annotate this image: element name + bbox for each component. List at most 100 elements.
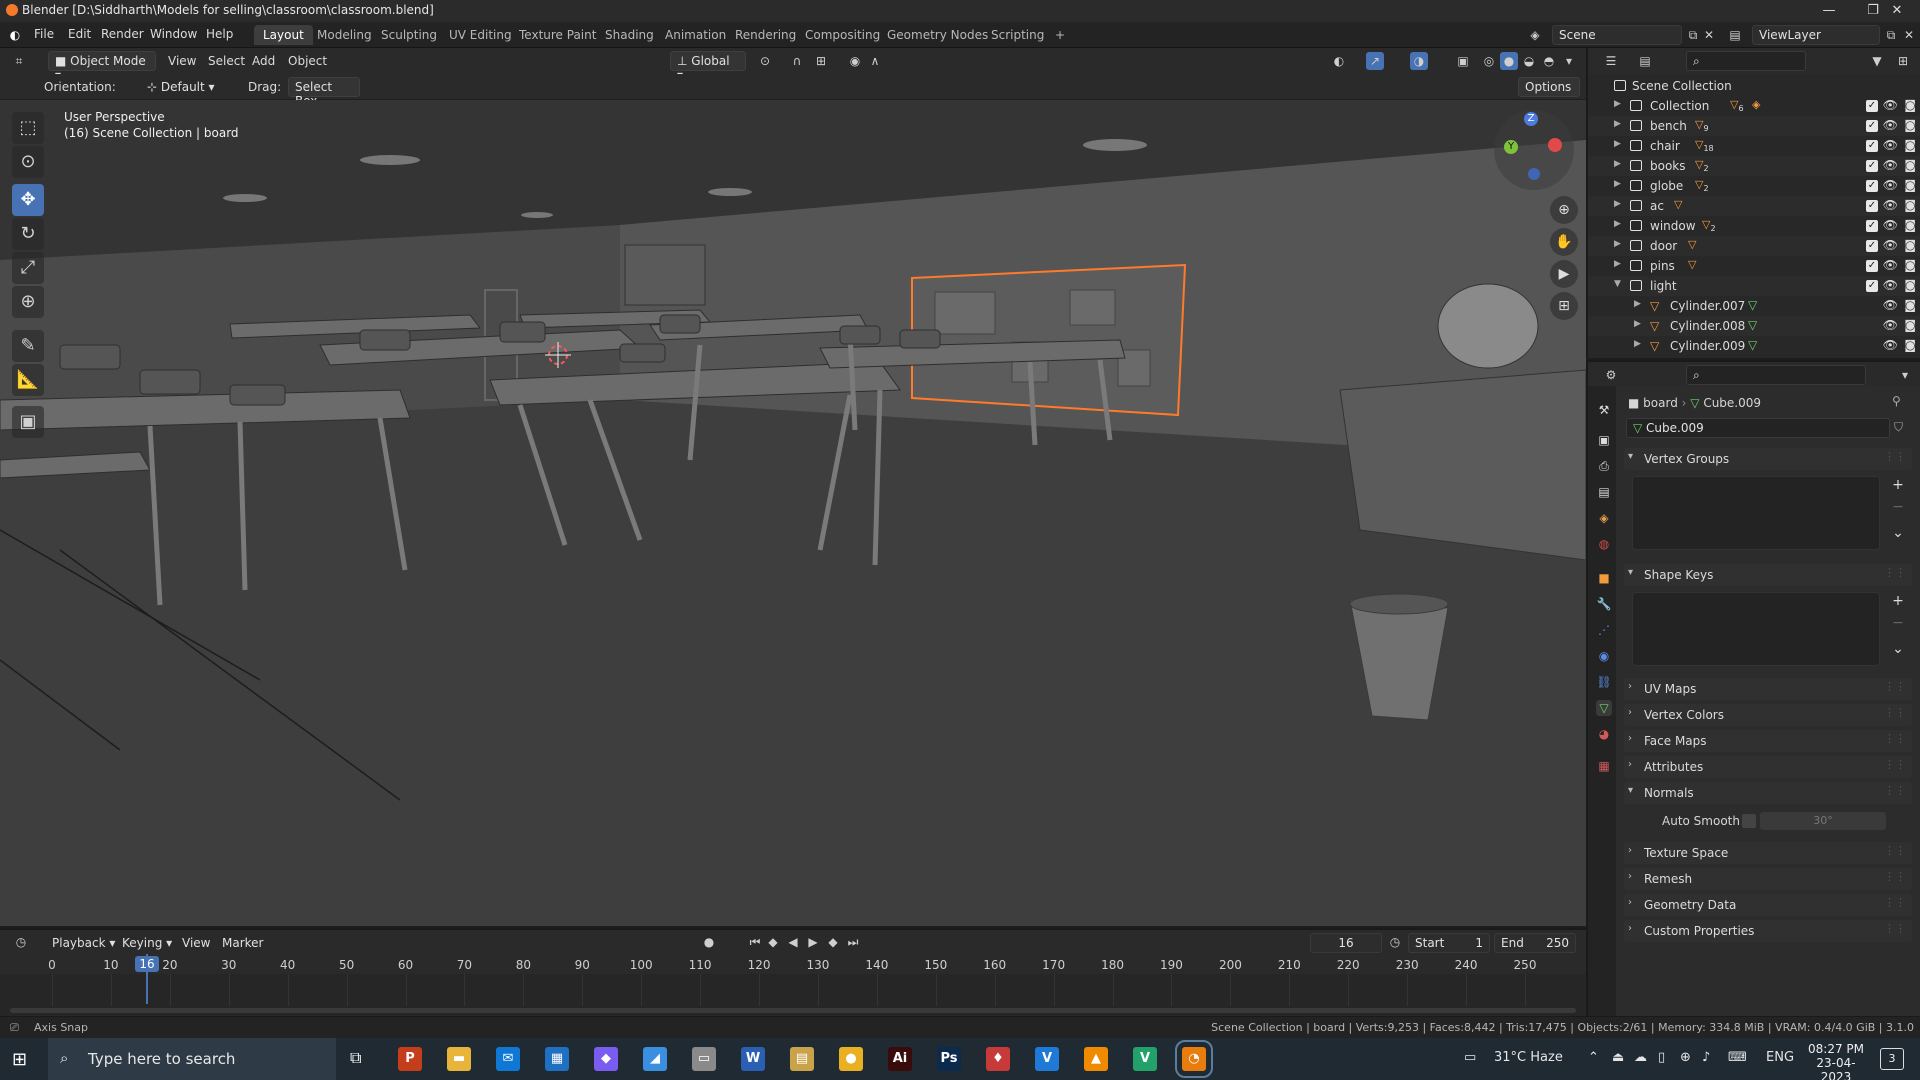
selectability-icon[interactable]: ◐ bbox=[1330, 52, 1348, 70]
outliner-row[interactable]: ▶ ▽ Cylinder.009 ▽ 👁 ◙ bbox=[1588, 336, 1920, 356]
gizmo-neg-z-axis[interactable] bbox=[1528, 168, 1540, 180]
playhead-frame-label[interactable]: 16 bbox=[135, 956, 159, 972]
language-indicator[interactable]: ENG bbox=[1766, 1050, 1794, 1065]
panel-texture-space[interactable]: › Texture Space ⋮⋮ bbox=[1624, 842, 1912, 864]
clock[interactable]: 08:27 PM 23-04-2023 bbox=[1806, 1042, 1866, 1080]
add-cube-tool-icon[interactable]: ▣ bbox=[12, 406, 44, 438]
pivot-point-icon[interactable]: ⊙ bbox=[756, 52, 774, 70]
taskbar-app-copilot-icon[interactable]: ◆ bbox=[594, 1047, 618, 1071]
menu-render[interactable]: Render bbox=[101, 27, 144, 41]
tab-uv-editing[interactable]: UV Editing bbox=[440, 25, 521, 45]
tab-texture-paint[interactable]: Texture Paint bbox=[510, 25, 605, 45]
shading-material-icon[interactable]: ◒ bbox=[1520, 52, 1538, 70]
notification-center-icon[interactable]: 3 bbox=[1880, 1048, 1904, 1070]
exclude-checkbox[interactable]: ✓ bbox=[1866, 160, 1878, 172]
fake-user-icon[interactable]: ⛉ bbox=[1894, 420, 1903, 435]
shading-options-icon[interactable]: ▾ bbox=[1560, 52, 1578, 70]
keying-menu[interactable]: Keying ▾ bbox=[122, 936, 172, 950]
mesh-data-tab-icon[interactable]: ▽ bbox=[1596, 700, 1612, 716]
3d-viewport[interactable]: User Perspective (16) Scene Collection |… bbox=[0, 100, 1586, 926]
outliner-row[interactable]: ▶ ac ▽ ✓ 👁 ◙ bbox=[1588, 196, 1920, 216]
world-tab-icon[interactable]: ◍ bbox=[1596, 536, 1612, 552]
scene-render[interactable] bbox=[0, 100, 1586, 926]
delete-view-layer-icon[interactable]: ✕ bbox=[1900, 26, 1918, 44]
physics-tab-icon[interactable]: ◉ bbox=[1596, 648, 1612, 664]
panel-uv-maps[interactable]: › UV Maps ⋮⋮ bbox=[1624, 678, 1912, 700]
blender-menu-icon[interactable]: ◐ bbox=[6, 26, 24, 44]
object-tab-icon[interactable]: ■ bbox=[1596, 570, 1612, 586]
tool-tab-icon[interactable]: ⚒ bbox=[1596, 402, 1612, 418]
taskbar-app-shortcut-icon[interactable]: ◢ bbox=[643, 1047, 667, 1071]
taskbar-app-blender-icon[interactable]: ◔ bbox=[1175, 1040, 1213, 1078]
options-button[interactable]: Options bbox=[1518, 77, 1580, 97]
taskbar-app-vlc-icon[interactable]: ▲ bbox=[1084, 1047, 1108, 1071]
panel-face-maps[interactable]: › Face Maps ⋮⋮ bbox=[1624, 730, 1912, 752]
exclude-checkbox[interactable]: ✓ bbox=[1866, 260, 1878, 272]
outliner-row[interactable]: ▶ globe ▽2 ✓ 👁 ◙ bbox=[1588, 176, 1920, 196]
minimize-button[interactable]: — bbox=[1806, 0, 1852, 22]
drag-grip-icon[interactable]: ⋮⋮ bbox=[1884, 844, 1906, 857]
expand-right-icon[interactable]: ▶ bbox=[1614, 219, 1621, 229]
camera-icon[interactable]: ◙ bbox=[1904, 258, 1916, 272]
tab-geometry-nodes[interactable]: Geometry Nodes bbox=[878, 25, 997, 45]
drag-grip-icon[interactable]: ⋮⋮ bbox=[1884, 758, 1906, 771]
expand-right-icon[interactable]: ▶ bbox=[1614, 119, 1621, 129]
panel-vertex-colors[interactable]: › Vertex Colors ⋮⋮ bbox=[1624, 704, 1912, 726]
outliner-row[interactable]: ▶ window ▽2 ✓ 👁 ◙ bbox=[1588, 216, 1920, 236]
exclude-checkbox[interactable]: ✓ bbox=[1866, 240, 1878, 252]
gizmo-toggle-icon[interactable]: ↗ bbox=[1366, 52, 1384, 70]
tab-animation[interactable]: Animation bbox=[656, 25, 735, 45]
eye-icon[interactable]: 👁 bbox=[1883, 178, 1898, 192]
new-collection-icon[interactable]: ⊞ bbox=[1894, 52, 1912, 70]
taskbar-app-store-icon[interactable]: ▦ bbox=[545, 1047, 569, 1071]
tab-compositing[interactable]: Compositing bbox=[796, 25, 889, 45]
close-button[interactable]: ✕ bbox=[1874, 0, 1920, 22]
expand-right-icon[interactable]: ▶ bbox=[1614, 159, 1621, 169]
remove-shape-key-button[interactable]: − bbox=[1888, 614, 1908, 632]
select-box-tool-icon[interactable]: ⬚ bbox=[12, 112, 44, 144]
expand-right-icon[interactable]: ▶ bbox=[1614, 139, 1621, 149]
camera-icon[interactable]: ◙ bbox=[1904, 238, 1916, 252]
playback-menu[interactable]: Playback ▾ bbox=[52, 936, 115, 950]
exclude-checkbox[interactable]: ✓ bbox=[1866, 100, 1878, 112]
camera-icon[interactable]: ◙ bbox=[1904, 338, 1916, 352]
tray-cloud-icon[interactable]: ☁ bbox=[1634, 1050, 1647, 1065]
menu-add[interactable]: Add bbox=[252, 54, 275, 68]
camera-icon[interactable]: ◙ bbox=[1904, 318, 1916, 332]
expand-right-icon[interactable]: ▶ bbox=[1614, 259, 1621, 269]
remove-vertex-group-button[interactable]: − bbox=[1888, 498, 1908, 516]
taskbar-app-illustrator-icon[interactable]: Ai bbox=[888, 1047, 912, 1071]
taskbar-app-archive-icon[interactable]: ▤ bbox=[790, 1047, 814, 1071]
mode-selector[interactable]: ■ Object Mode ▾ bbox=[48, 51, 156, 82]
jump-end-icon[interactable]: ⏭ bbox=[844, 933, 862, 951]
snap-icon[interactable]: ∩ bbox=[788, 52, 806, 70]
preview-range-icon[interactable]: ◷ bbox=[1386, 933, 1404, 951]
drag-grip-icon[interactable]: ⋮⋮ bbox=[1884, 680, 1906, 693]
outliner-row[interactable]: ▶ ▽ Cylinder.007 ▽ 👁 ◙ bbox=[1588, 296, 1920, 316]
new-view-layer-icon[interactable]: ⧉ bbox=[1882, 26, 1900, 44]
taskbar-app-vmware-icon[interactable]: ▭ bbox=[692, 1047, 716, 1071]
texture-tab-icon[interactable]: ▦ bbox=[1596, 758, 1612, 774]
taskbar-app-file-explorer-icon[interactable]: ▬ bbox=[447, 1047, 471, 1071]
outliner-root[interactable]: Scene Collection bbox=[1588, 76, 1920, 96]
weather-text[interactable]: 31°C Haze bbox=[1494, 1050, 1563, 1065]
pan-hand-icon[interactable]: ✋ bbox=[1550, 228, 1578, 256]
tray-expand-icon[interactable]: ⌃ bbox=[1588, 1050, 1599, 1065]
eye-icon[interactable]: 👁 bbox=[1883, 278, 1898, 292]
eye-icon[interactable]: 👁 bbox=[1883, 238, 1898, 252]
taskbar-app-vectary-icon[interactable]: V bbox=[1035, 1047, 1059, 1071]
vertex-group-specials-icon[interactable]: ⌄ bbox=[1888, 524, 1908, 542]
falloff-icon[interactable]: ∧ bbox=[866, 52, 884, 70]
panel-geometry-data[interactable]: › Geometry Data ⋮⋮ bbox=[1624, 894, 1912, 916]
constraints-tab-icon[interactable]: ⛓ bbox=[1596, 674, 1612, 690]
add-shape-key-button[interactable]: + bbox=[1888, 592, 1908, 610]
tab-modeling[interactable]: Modeling bbox=[308, 25, 381, 45]
transform-tool-icon[interactable]: ⊕ bbox=[12, 286, 44, 318]
outliner-row[interactable]: ▶ books ▽2 ✓ 👁 ◙ bbox=[1588, 156, 1920, 176]
menu-edit[interactable]: Edit bbox=[68, 27, 91, 41]
filter-icon[interactable]: ▼ bbox=[1868, 52, 1886, 70]
annotate-tool-icon[interactable]: ✎ bbox=[12, 330, 44, 362]
scene-tab-icon[interactable]: ◈ bbox=[1596, 510, 1612, 526]
shape-key-specials-icon[interactable]: ⌄ bbox=[1888, 640, 1908, 658]
menu-help[interactable]: Help bbox=[206, 27, 233, 41]
